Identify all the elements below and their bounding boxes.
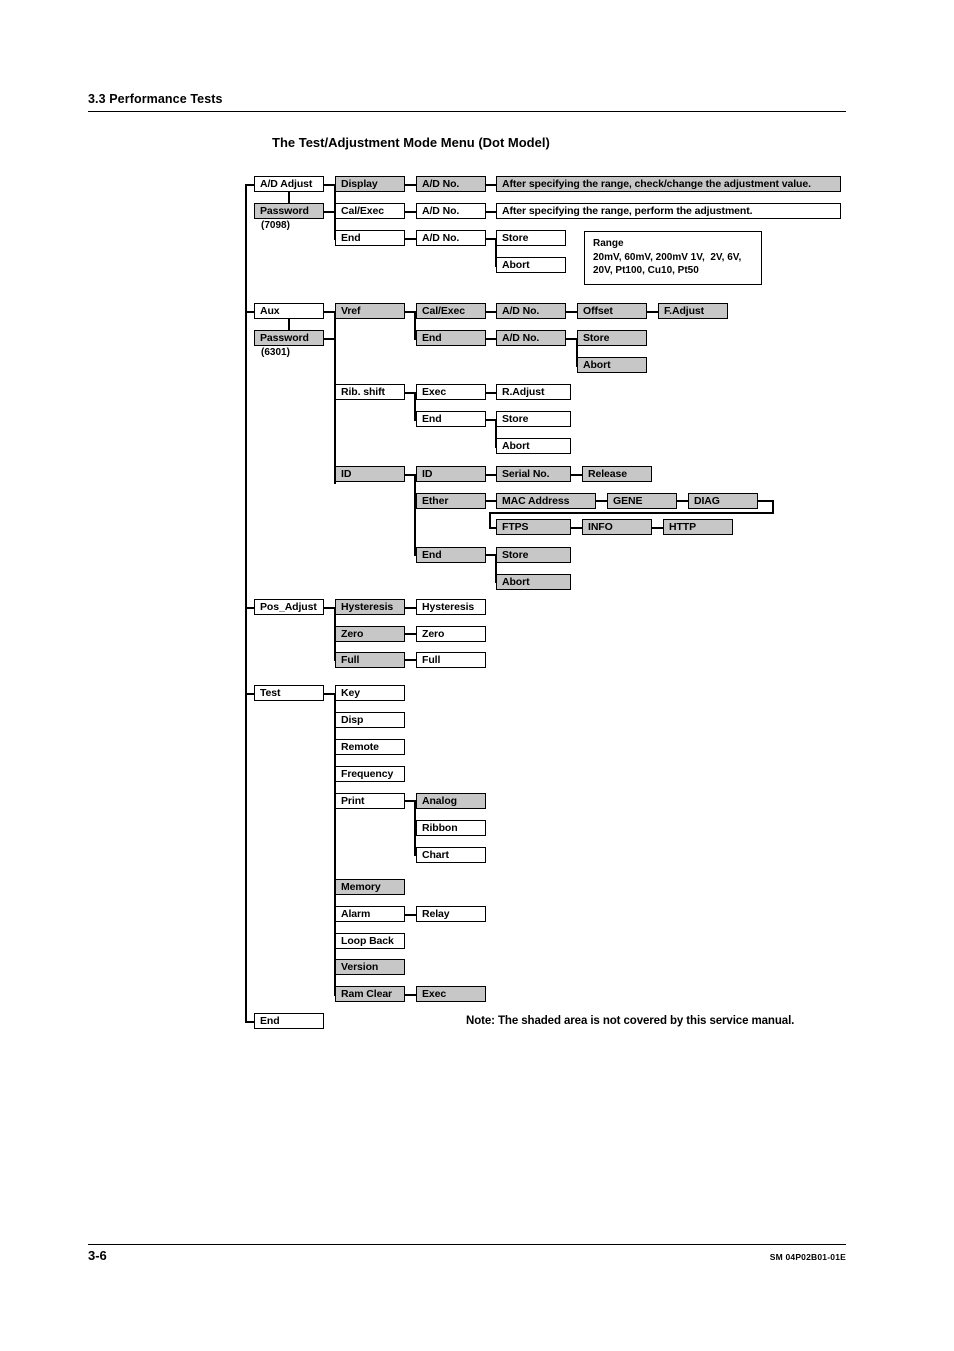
link-offset-fadjust bbox=[647, 311, 658, 313]
node-pos-full2[interactable]: Full bbox=[416, 652, 486, 668]
node-pos-zero2[interactable]: Zero bbox=[416, 626, 486, 642]
node-ad-end-adno[interactable]: A/D No. bbox=[416, 230, 486, 246]
node-test-exec[interactable]: Exec bbox=[416, 986, 486, 1002]
node-test[interactable]: Test bbox=[254, 685, 324, 701]
node-aux-vref[interactable]: Vref bbox=[335, 303, 405, 319]
node-id-mac[interactable]: MAC Address bbox=[496, 493, 596, 509]
node-id-http[interactable]: HTTP bbox=[663, 519, 733, 535]
footer-rule bbox=[88, 1244, 846, 1245]
node-pos-zero[interactable]: Zero bbox=[335, 626, 405, 642]
node-test-ribbon[interactable]: Ribbon bbox=[416, 820, 486, 836]
node-vref-offset[interactable]: Offset bbox=[577, 303, 647, 319]
link-alarm-relay bbox=[405, 914, 416, 916]
range-callout: Range 20mV, 60mV, 200mV 1V, 2V, 6V, 20V,… bbox=[584, 231, 762, 285]
link-serialno-release bbox=[571, 474, 582, 476]
node-vref-fadjust[interactable]: F.Adjust bbox=[658, 303, 728, 319]
node-id-info[interactable]: INFO bbox=[582, 519, 652, 535]
shaded-area-note: Note: The shaded area is not covered by … bbox=[466, 1015, 795, 1027]
id-branch-spine bbox=[414, 474, 416, 555]
node-id-ftps[interactable]: FTPS bbox=[496, 519, 571, 535]
node-vref-end-adno[interactable]: A/D No. bbox=[496, 330, 566, 346]
link-calexec-adno bbox=[405, 211, 416, 213]
page-number: 3-6 bbox=[88, 1248, 107, 1263]
node-ad-end-abort[interactable]: Abort bbox=[496, 257, 566, 273]
node-id-diag[interactable]: DIAG bbox=[688, 493, 758, 509]
node-root-end[interactable]: End bbox=[254, 1013, 324, 1029]
node-aux[interactable]: Aux bbox=[254, 303, 324, 319]
menu-tree-diagram: A/D Adjust Password (7098) Display Cal/E… bbox=[0, 0, 954, 1351]
node-test-print[interactable]: Print bbox=[335, 793, 405, 809]
node-vref-abort[interactable]: Abort bbox=[577, 357, 647, 373]
link-mac-gene bbox=[596, 500, 607, 502]
link-ramclear-exec bbox=[405, 994, 416, 996]
node-vref-store[interactable]: Store bbox=[577, 330, 647, 346]
node-rib-exec[interactable]: Exec bbox=[416, 384, 486, 400]
link-gene-diag bbox=[677, 500, 688, 502]
node-ad-calexec-desc: After specifying the range, perform the … bbox=[496, 203, 841, 219]
node-aux-password[interactable]: Password bbox=[254, 330, 324, 346]
link-zero-pair bbox=[405, 633, 416, 635]
link-ftps-info bbox=[571, 527, 582, 529]
node-rib-store[interactable]: Store bbox=[496, 411, 571, 427]
node-test-memory[interactable]: Memory bbox=[335, 879, 405, 895]
node-id-abort[interactable]: Abort bbox=[496, 574, 571, 590]
node-ad-calexec-adno[interactable]: A/D No. bbox=[416, 203, 486, 219]
node-id-store[interactable]: Store bbox=[496, 547, 571, 563]
node-pos-hysteresis[interactable]: Hysteresis bbox=[335, 599, 405, 615]
node-ad-calexec[interactable]: Cal/Exec bbox=[335, 203, 405, 219]
node-test-remote[interactable]: Remote bbox=[335, 739, 405, 755]
link-info-http bbox=[652, 527, 663, 529]
node-id[interactable]: ID bbox=[335, 466, 405, 482]
node-test-key[interactable]: Key bbox=[335, 685, 405, 701]
node-id-end[interactable]: End bbox=[416, 547, 486, 563]
node-vref-calexec[interactable]: Cal/Exec bbox=[416, 303, 486, 319]
node-id-serialno[interactable]: Serial No. bbox=[496, 466, 571, 482]
node-test-chart[interactable]: Chart bbox=[416, 847, 486, 863]
node-id-gene[interactable]: GENE bbox=[607, 493, 677, 509]
node-test-alarm[interactable]: Alarm bbox=[335, 906, 405, 922]
node-test-relay[interactable]: Relay bbox=[416, 906, 486, 922]
link-display-adno bbox=[405, 184, 416, 186]
node-test-version[interactable]: Version bbox=[335, 959, 405, 975]
node-rib-radjust[interactable]: R.Adjust bbox=[496, 384, 571, 400]
node-ad-end[interactable]: End bbox=[335, 230, 405, 246]
node-ad-adjust[interactable]: A/D Adjust bbox=[254, 176, 324, 192]
node-ad-password[interactable]: Password bbox=[254, 203, 324, 219]
node-rib-end[interactable]: End bbox=[416, 411, 486, 427]
node-rib-abort[interactable]: Abort bbox=[496, 438, 571, 454]
node-test-frequency[interactable]: Frequency bbox=[335, 766, 405, 782]
link-hysteresis-pair bbox=[405, 607, 416, 609]
node-rib-shift[interactable]: Rib. shift bbox=[335, 384, 405, 400]
node-test-disp[interactable]: Disp bbox=[335, 712, 405, 728]
wrap-left-segment bbox=[489, 512, 774, 514]
node-vref-calexec-adno[interactable]: A/D No. bbox=[496, 303, 566, 319]
aux-password-value: (6301) bbox=[261, 347, 290, 358]
node-test-ramclear[interactable]: Ram Clear bbox=[335, 986, 405, 1002]
ad-password-value: (7098) bbox=[261, 220, 290, 231]
node-ad-display-adno[interactable]: A/D No. bbox=[416, 176, 486, 192]
node-ad-end-store[interactable]: Store bbox=[496, 230, 566, 246]
node-id-release[interactable]: Release bbox=[582, 466, 652, 482]
node-pos-hysteresis2[interactable]: Hysteresis bbox=[416, 599, 486, 615]
node-pos-adjust[interactable]: Pos_Adjust bbox=[254, 599, 324, 615]
node-pos-full[interactable]: Full bbox=[335, 652, 405, 668]
node-test-analog[interactable]: Analog bbox=[416, 793, 486, 809]
link-full-pair bbox=[405, 659, 416, 661]
node-test-loopback[interactable]: Loop Back bbox=[335, 933, 405, 949]
link-end-adno bbox=[405, 238, 416, 240]
wrap-down2-segment bbox=[489, 512, 491, 527]
document-code: SM 04P02B01-01E bbox=[769, 1252, 846, 1262]
node-ad-display-desc: After specifying the range, check/change… bbox=[496, 176, 841, 192]
link-adno-offset bbox=[566, 311, 577, 313]
node-ad-display[interactable]: Display bbox=[335, 176, 405, 192]
trunk-vertical bbox=[245, 184, 247, 1022]
node-id-ether[interactable]: Ether bbox=[416, 493, 486, 509]
node-id-id[interactable]: ID bbox=[416, 466, 486, 482]
node-vref-end[interactable]: End bbox=[416, 330, 486, 346]
